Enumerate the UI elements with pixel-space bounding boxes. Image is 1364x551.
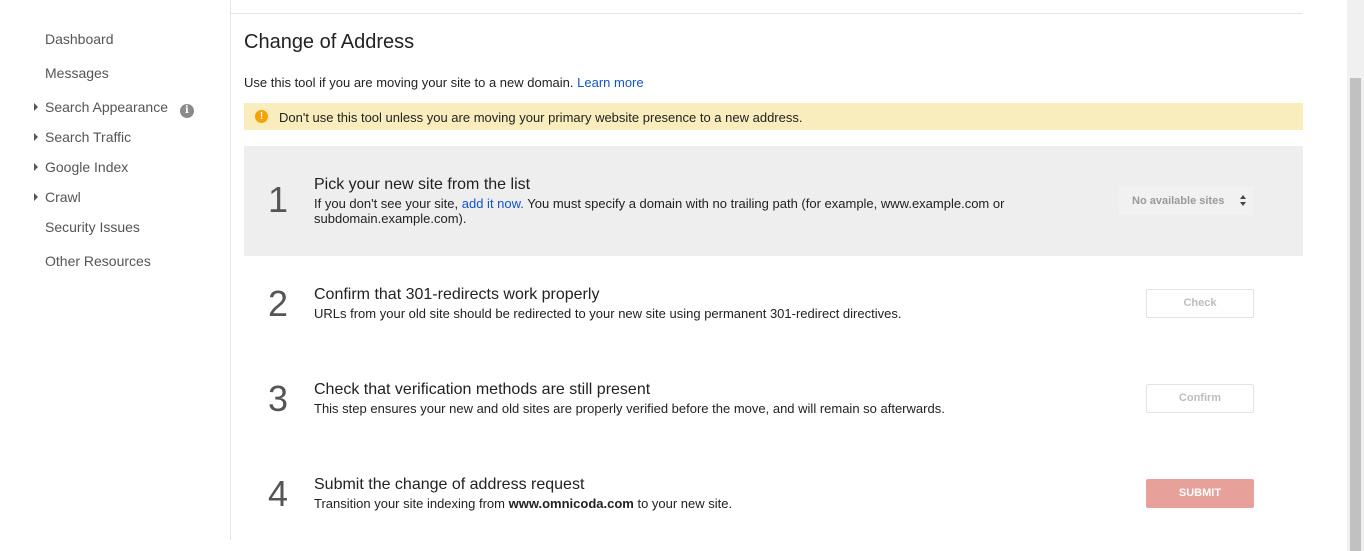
step-number: 3 [268, 378, 289, 419]
step-description: URLs from your old site should be redire… [314, 306, 902, 321]
sidebar-item-other-resources[interactable]: Other Resources [45, 253, 151, 269]
old-site-domain: www.omnicoda.com [508, 496, 634, 511]
sidebar-item-dashboard[interactable]: Dashboard [45, 31, 114, 47]
step-desc-text: to your new site. [637, 496, 733, 511]
learn-more-link[interactable]: Learn more [577, 75, 643, 90]
sidebar-item-search-traffic[interactable]: Search Traffic [34, 129, 132, 145]
select-value: No available sites [1132, 195, 1225, 207]
confirm-button[interactable]: Confirm [1146, 384, 1254, 413]
info-icon[interactable]: i [179, 104, 194, 118]
step-number: 2 [268, 283, 289, 324]
step-title: Pick your new site from the list [314, 176, 531, 193]
step-3-verification: 3 Check that verification methods are st… [244, 351, 1303, 461]
sidebar-item-label: Crawl [45, 189, 81, 205]
sidebar-nav: Dashboard Messages Search Appearance i S… [0, 0, 231, 540]
sidebar-item-label: Security Issues [45, 219, 140, 235]
step-description: This step ensures your new and old sites… [314, 401, 945, 416]
step-title: Submit the change of address request [314, 476, 585, 493]
step-title: Check that verification methods are stil… [314, 381, 651, 398]
expand-arrow-icon [34, 103, 38, 111]
sidebar-item-security-issues[interactable]: Security Issues [45, 219, 140, 235]
step-title: Confirm that 301-redirects work properly [314, 286, 600, 303]
step-1-pick-site: 1 Pick your new site from the list If yo… [244, 146, 1303, 256]
sidebar-item-crawl[interactable]: Crawl [34, 189, 81, 205]
intro-description: Use this tool if you are moving your sit… [244, 75, 574, 90]
add-site-link[interactable]: add it now. [462, 196, 524, 211]
step-description: If you don't see your site, add it now. … [314, 196, 1034, 226]
sidebar-item-messages[interactable]: Messages [45, 65, 109, 81]
new-site-select[interactable]: No available sites [1119, 187, 1253, 215]
check-button[interactable]: Check [1146, 289, 1254, 318]
top-divider [230, 13, 1303, 14]
sidebar-item-google-index[interactable]: Google Index [34, 159, 129, 175]
expand-arrow-icon [34, 193, 38, 201]
sidebar-item-label: Other Resources [45, 253, 151, 269]
step-number: 4 [268, 473, 289, 514]
sidebar-item-label: Google Index [45, 159, 129, 175]
step-number: 1 [268, 179, 289, 220]
sidebar-item-search-appearance[interactable]: Search Appearance i [34, 99, 194, 118]
expand-arrow-icon [34, 133, 38, 141]
sidebar-item-label: Search Appearance [45, 99, 168, 115]
warning-icon: ! [255, 110, 268, 123]
scrollbar-thumb[interactable] [1350, 78, 1361, 551]
sidebar-item-label: Dashboard [45, 31, 114, 47]
step-4-submit: 4 Submit the change of address request T… [244, 446, 1303, 541]
page-title: Change of Address [244, 31, 415, 53]
warning-text: Don't use this tool unless you are movin… [279, 110, 803, 125]
sort-arrows-icon [1240, 195, 1247, 207]
warning-banner: ! Don't use this tool unless you are mov… [244, 103, 1303, 130]
step-description: Transition your site indexing from www.o… [314, 496, 1034, 511]
expand-arrow-icon [34, 163, 38, 171]
sidebar-item-label: Search Traffic [45, 129, 132, 145]
sidebar-item-label: Messages [45, 65, 109, 81]
intro-text: Use this tool if you are moving your sit… [244, 75, 644, 90]
step-desc-text: Transition your site indexing from [314, 496, 505, 511]
step-2-confirm-redirects: 2 Confirm that 301-redirects work proper… [244, 256, 1303, 366]
step-desc-text: If you don't see your site, [314, 196, 459, 211]
submit-button[interactable]: SUBMIT [1146, 479, 1254, 508]
